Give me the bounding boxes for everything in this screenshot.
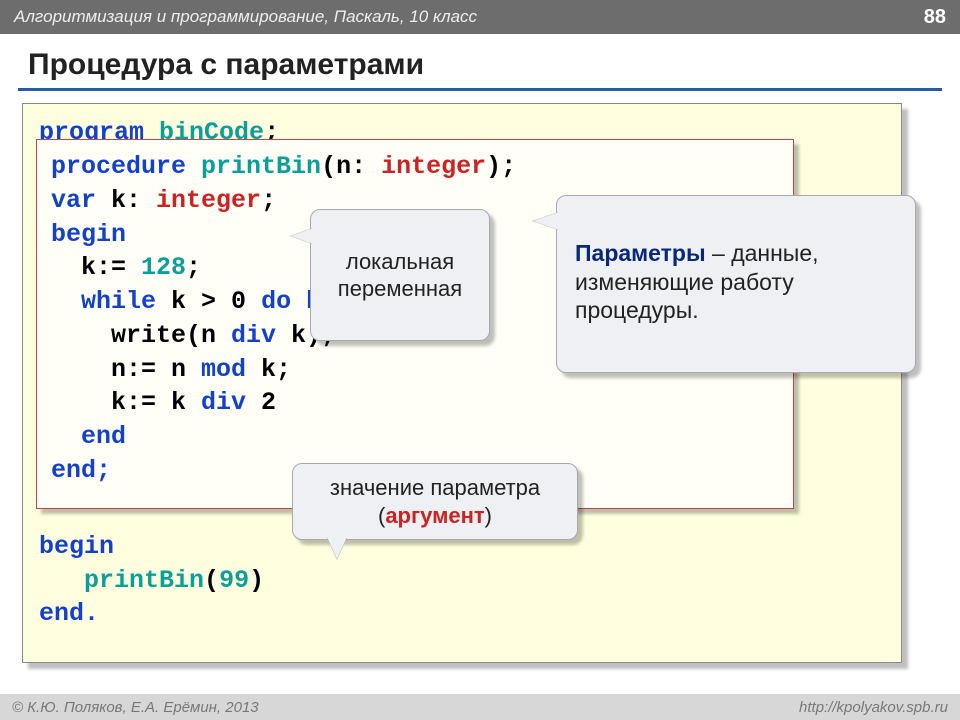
title-rule xyxy=(18,88,942,91)
course-title: Алгоритмизация и программирование, Паска… xyxy=(14,7,477,27)
proc-decl-line: procedure printBin(n: integer); xyxy=(51,150,779,184)
kw-begin: begin xyxy=(39,532,114,561)
slide-title: Процедура с параметрами xyxy=(0,34,960,88)
kw-while: while xyxy=(81,287,156,316)
semicolon-2: ; xyxy=(261,186,276,215)
kw-begin-2: begin xyxy=(51,220,126,249)
kw-div: div xyxy=(231,321,276,350)
tail-left-icon xyxy=(291,228,313,244)
param-close: ); xyxy=(486,152,516,181)
callout-local-var: локальная переменная xyxy=(310,209,490,341)
indent xyxy=(39,566,84,595)
semicolon-3: ; xyxy=(186,253,201,282)
param-open: (n: xyxy=(321,152,381,181)
indent-end xyxy=(51,422,81,451)
kw-end-loop: end xyxy=(81,422,126,451)
write-pre: write(n xyxy=(51,321,231,350)
type-integer-2: integer xyxy=(156,186,261,215)
tail-left-icon-2 xyxy=(533,212,559,230)
close-paren: ) xyxy=(249,566,264,595)
outer-end: end. xyxy=(39,597,885,631)
call-name: printBin xyxy=(84,566,204,595)
n-pre: n:= n xyxy=(51,355,201,384)
kw-mod: mod xyxy=(201,355,246,384)
k-post: 2 xyxy=(246,388,276,417)
inner-end-loop: end xyxy=(51,420,779,454)
callout-arg-line1: значение параметра xyxy=(313,474,557,502)
callout-local-var-text: локальная переменная xyxy=(338,249,462,302)
open-paren: ( xyxy=(204,566,219,595)
call-arg: 99 xyxy=(219,566,249,595)
var-k: k: xyxy=(111,186,156,215)
footer-url: http://kpolyakov.spb.ru xyxy=(799,699,948,716)
arg-word: аргумент xyxy=(385,503,484,528)
footer-copyright: © К.Ю. Поляков, Е.А. Ерёмин, 2013 xyxy=(12,699,259,716)
kw-div-2: div xyxy=(201,388,246,417)
tail-down-icon xyxy=(327,537,347,559)
type-integer: integer xyxy=(381,152,486,181)
callout-argument: значение параметра (аргумент) xyxy=(292,463,578,540)
indent-w xyxy=(51,287,81,316)
callout-arg-line2: (аргумент) xyxy=(313,502,557,530)
k-div-line: k:= k div 2 xyxy=(51,386,779,420)
n-post: k; xyxy=(246,355,291,384)
kw-var: var xyxy=(51,186,111,215)
page-number: 88 xyxy=(924,6,946,29)
callout-parameters: Параметры – данные, изменяющие работу пр… xyxy=(556,195,916,373)
cond: k > 0 xyxy=(156,287,261,316)
kw-end: end. xyxy=(39,599,99,628)
kw-procedure: procedure xyxy=(51,152,201,181)
slide-header: Алгоритмизация и программирование, Паска… xyxy=(0,0,960,34)
lit-128: 128 xyxy=(141,253,186,282)
k-assign: k:= xyxy=(51,253,141,282)
kw-end-proc: end; xyxy=(51,456,111,485)
callout-params-bold: Параметры xyxy=(575,240,706,266)
arg-close-paren: ) xyxy=(485,503,492,528)
slide-footer: © К.Ю. Поляков, Е.А. Ерёмин, 2013 http:/… xyxy=(0,694,960,720)
content-area: program binCode; begin printBin(99) end.… xyxy=(22,103,938,678)
outer-call-line: printBin(99) xyxy=(39,564,885,598)
id-printbin: printBin xyxy=(201,152,321,181)
k-pre: k:= k xyxy=(51,388,201,417)
